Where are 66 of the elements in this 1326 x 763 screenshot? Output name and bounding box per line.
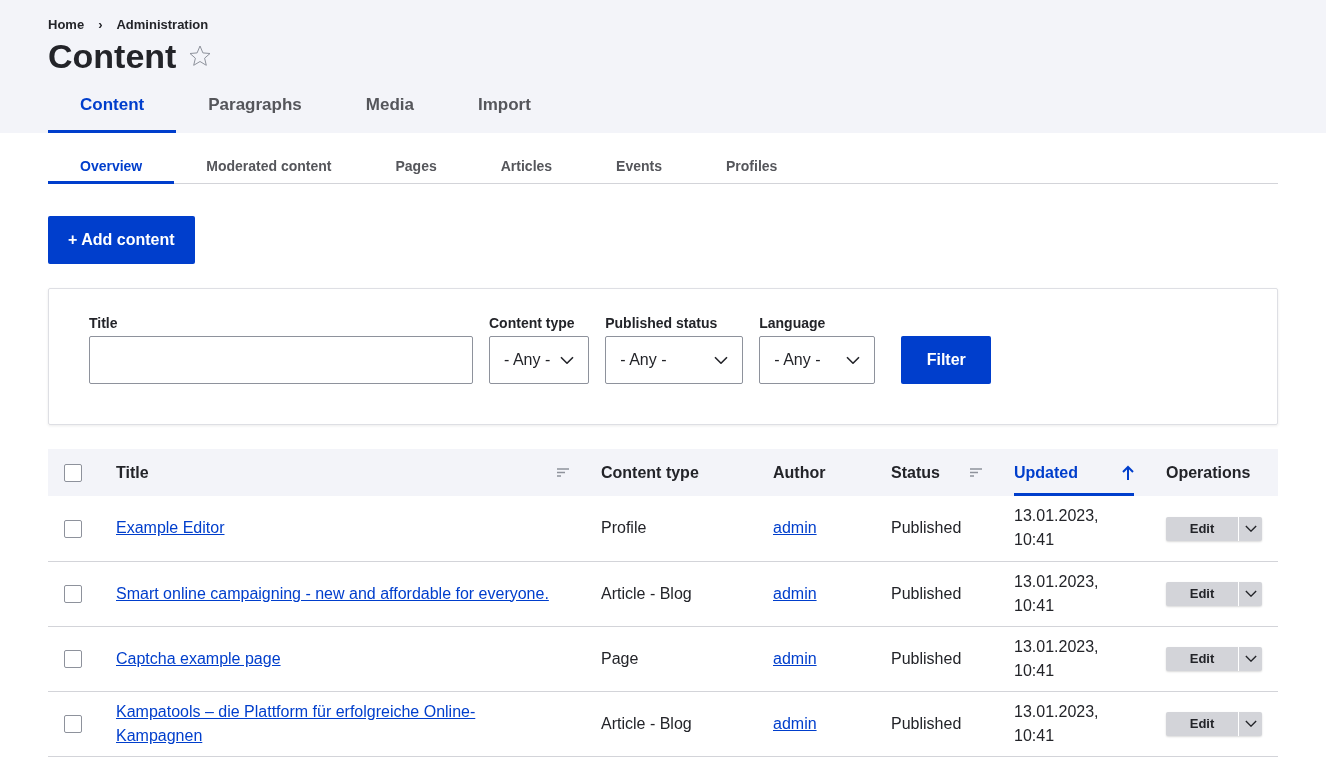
secondary-tab[interactable]: Events [584,150,695,184]
table-cell: 13.01.2023, 10:41 [1014,702,1099,744]
filter-label: Title [89,315,119,331]
secondary-tab[interactable]: Overview [48,150,175,184]
table-cell: 13.01.2023, 10:41 [1014,507,1099,549]
chevron-down-icon [1244,590,1257,598]
table-cell: Page [601,649,639,667]
sort-icon[interactable] [557,468,569,477]
title-input-field[interactable] [89,336,473,384]
column-header[interactable]: Updated [1014,463,1078,482]
checkbox[interactable] [64,650,82,669]
column-header[interactable]: Title [116,463,149,482]
select-dropdown[interactable]: - Any - [489,336,590,384]
checkbox[interactable] [64,715,82,734]
chevron-down-icon [1244,720,1257,728]
checkbox[interactable] [64,520,82,538]
breadcrumb-separator: › [98,17,103,32]
chevron-down-icon [1244,655,1257,663]
chevron-down-icon [1244,524,1257,533]
table-cell: 13.01.2023, 10:41 [1014,637,1099,679]
table-cell: 13.01.2023, 10:41 [1014,572,1099,614]
secondary-tab[interactable]: Profiles [694,150,810,184]
author-link[interactable]: admin [773,584,817,602]
primary-tab[interactable]: Media [333,95,446,133]
checkbox[interactable] [64,585,82,604]
breadcrumb-link[interactable]: Administration [116,17,209,32]
title-link[interactable]: Captcha example page [116,646,281,671]
column-header: Operations [1166,463,1251,482]
column-header[interactable]: Status [891,463,940,482]
primary-tab[interactable]: Paragraphs [176,95,334,133]
table-cell: Article - Blog [601,714,692,732]
secondary-tab[interactable]: Articles [468,150,585,184]
secondary-tab[interactable]: Pages [363,150,469,184]
table-cell: Article - Blog [601,584,692,602]
table-cell: Published [891,649,962,667]
title-link[interactable]: Kampatools – die Plattform für erfolgreiche Online-Kampagnen [116,699,556,748]
filter-label: Language [759,315,827,331]
star-icon[interactable] [188,44,213,68]
column-header: Content type [601,463,699,482]
title-link[interactable]: Example Editor [116,516,225,541]
page-title: Content [48,36,177,76]
primary-tab[interactable]: Content [48,95,177,133]
table-cell: Published [891,584,962,602]
checkbox[interactable] [64,463,82,482]
chevron-down-icon [560,355,575,365]
select-dropdown[interactable]: - Any - [759,336,876,384]
secondary-tab[interactable]: Moderated content [174,150,364,184]
column-header: Author [773,463,826,482]
arrow-up-icon[interactable] [1122,465,1134,480]
table-cell: Published [891,519,962,537]
filter-label: Content type [489,315,576,331]
table-cell: Published [891,714,962,732]
author-link[interactable]: admin [773,519,817,537]
title-link[interactable]: Smart online campaigning - new and affordable for everyone. [116,581,549,606]
filter-label: Published status [605,315,719,331]
author-link[interactable]: admin [773,649,817,667]
sort-icon[interactable] [970,468,982,477]
author-link[interactable]: admin [773,714,817,732]
chevron-down-icon [846,355,861,365]
primary-tab[interactable]: Import [445,95,563,133]
table-cell: Profile [601,519,647,537]
select-dropdown[interactable]: - Any - [605,336,744,384]
add-content-button[interactable]: + Add content [48,216,195,264]
filter-button[interactable]: Filter [901,336,992,384]
chevron-down-icon [714,355,729,365]
breadcrumb-link[interactable]: Home [48,17,85,32]
